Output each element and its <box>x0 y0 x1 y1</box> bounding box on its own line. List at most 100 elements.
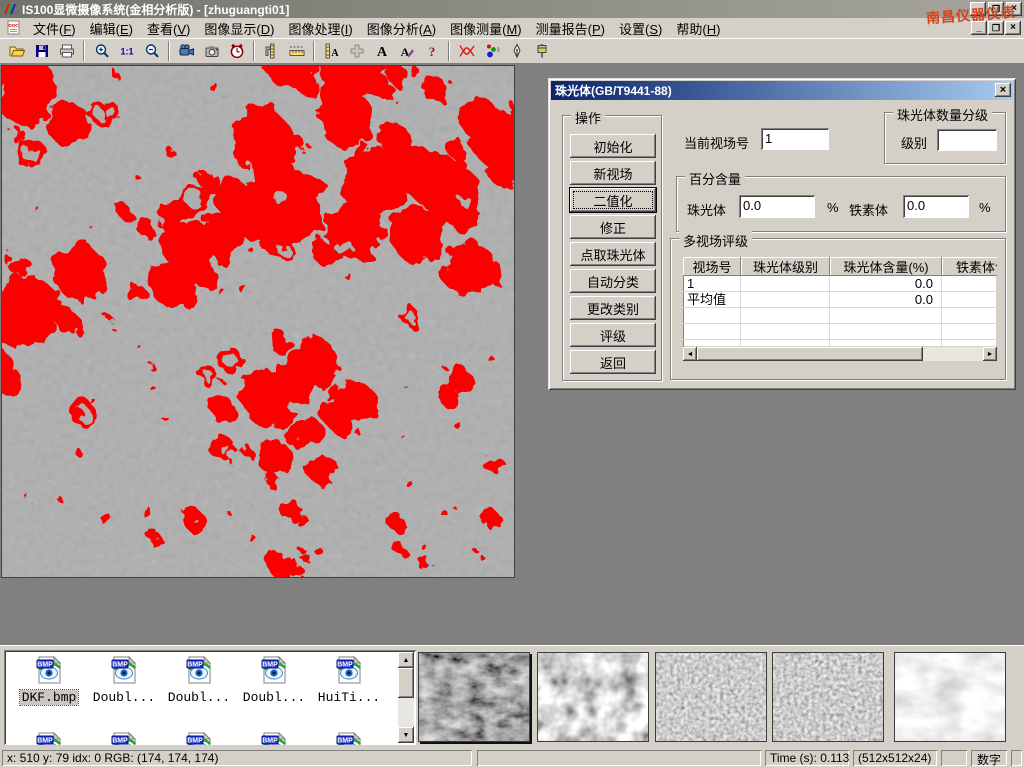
scrollbar-thumb[interactable] <box>697 347 923 361</box>
svg-text:1:1: 1:1 <box>120 47 133 57</box>
pen-tool-button[interactable] <box>504 40 529 62</box>
ruler-measure-button[interactable] <box>284 40 309 62</box>
scrollbar-track[interactable] <box>923 347 983 361</box>
binarize-button[interactable]: 二值化 <box>570 188 656 212</box>
col-header-view[interactable]: 视场号 <box>683 257 741 276</box>
multiview-group-label: 多视场评级 <box>679 231 752 250</box>
cell-ferrite-pct <box>942 292 997 307</box>
timer-button[interactable] <box>224 40 249 62</box>
grade-label: 级别 <box>901 133 927 152</box>
print-button[interactable] <box>54 40 79 62</box>
thumbnail-3[interactable] <box>655 652 767 742</box>
multiview-table[interactable]: 视场号 珠光体级别 珠光体含量(%) 铁素体含量(%) 1 0.0 平均值 <box>683 257 997 347</box>
grade-group-label: 珠光体数量分级 <box>893 105 992 124</box>
menu-image-display[interactable]: 图像显示(D) <box>197 17 281 40</box>
particle-tool-button[interactable]: 3 <box>479 40 504 62</box>
move-tool-button[interactable] <box>344 40 369 62</box>
brush-tool-button[interactable] <box>529 40 554 62</box>
menu-image-measure[interactable]: 图像测量(M) <box>443 17 529 40</box>
menu-measure-report[interactable]: 测量报告(P) <box>529 17 612 40</box>
file-item[interactable]: Doubl... <box>87 654 161 705</box>
return-button[interactable]: 返回 <box>570 350 656 374</box>
scrollbar-thumb[interactable] <box>398 668 414 698</box>
col-header-grade[interactable]: 珠光体级别 <box>741 257 830 276</box>
file-item[interactable]: DKF.bmp <box>12 654 86 705</box>
app-icon <box>2 1 18 17</box>
menu-view[interactable]: 查看(V) <box>140 17 197 40</box>
mdi-restore-button[interactable]: ❐ <box>988 21 1004 35</box>
file-item[interactable] <box>12 730 86 745</box>
text-tool-button[interactable]: A <box>369 40 394 62</box>
measure-text-button[interactable]: A <box>319 40 344 62</box>
dialog-title-bar[interactable]: 珠光体(GB/T9441-88) × <box>551 81 1013 100</box>
col-header-ferrite-pct[interactable]: 铁素体含量(%) <box>942 257 997 276</box>
text-edit-button[interactable]: A <box>394 40 419 62</box>
actual-size-button[interactable]: 1:1 <box>114 40 139 62</box>
file-item[interactable] <box>312 730 386 745</box>
scroll-left-button[interactable]: ◄ <box>683 347 697 361</box>
menu-help[interactable]: 帮助(H) <box>669 17 727 40</box>
dialog-close-button[interactable]: × <box>995 83 1011 97</box>
new-view-button[interactable]: 新视场 <box>570 161 656 185</box>
table-row[interactable]: 平均值 0.0 <box>683 292 997 308</box>
mdi-close-button[interactable]: × <box>1005 21 1021 35</box>
current-view-input[interactable]: 1 <box>761 128 829 150</box>
pearlite-dialog[interactable]: 珠光体(GB/T9441-88) × 操作 初始化 新视场 二值化 修正 点取珠… <box>548 78 1016 390</box>
help-button[interactable]: ? <box>419 40 444 62</box>
file-item[interactable] <box>162 730 236 745</box>
menu-image-process[interactable]: 图像处理(I) <box>281 17 359 40</box>
multiview-group: 多视场评级 视场号 珠光体级别 珠光体含量(%) 铁素体含量(%) 1 0.0 <box>670 238 1006 380</box>
file-item[interactable]: Doubl... <box>237 654 311 705</box>
file-item[interactable]: HuiTi... <box>312 654 386 705</box>
thumbnail-1[interactable] <box>418 652 530 742</box>
minimize-button[interactable]: _ <box>970 2 986 16</box>
file-item[interactable] <box>87 730 161 745</box>
grade-button[interactable]: 评级 <box>570 323 656 347</box>
title-bar[interactable]: IS100显微摄像系统(金相分析版) - [zhuguangti01] _ ❐ … <box>0 0 1024 18</box>
menu-bar: DOC 文件(F) 编辑(E) 查看(V) 图像显示(D) 图像处理(I) 图像… <box>0 18 1024 38</box>
pearlite-percent-input[interactable]: 0.0 <box>739 195 815 218</box>
scroll-down-button[interactable]: ▼ <box>398 727 414 743</box>
thumbnail-2[interactable] <box>537 652 649 742</box>
file-list-scrollbar[interactable]: ▲ ▼ <box>398 652 414 743</box>
mdi-minimize-button[interactable]: _ <box>971 21 987 35</box>
restore-button[interactable]: ❐ <box>988 2 1004 16</box>
table-hscrollbar[interactable]: ◄ ► <box>683 347 997 361</box>
file-item[interactable]: Doubl... <box>162 654 236 705</box>
col-header-pearlite-pct[interactable]: 珠光体含量(%) <box>830 257 942 276</box>
status-bar: x: 510 y: 79 idx: 0 RGB: (174, 174, 174)… <box>0 748 1024 768</box>
zoom-out-button[interactable] <box>139 40 164 62</box>
menu-settings[interactable]: 设置(S) <box>612 17 669 40</box>
menu-edit[interactable]: 编辑(E) <box>83 17 140 40</box>
menu-image-analysis[interactable]: 图像分析(A) <box>360 17 443 40</box>
close-button[interactable]: × <box>1006 2 1022 16</box>
initialize-button[interactable]: 初始化 <box>570 134 656 158</box>
scroll-right-button[interactable]: ► <box>983 347 997 361</box>
spline-tool-button[interactable] <box>454 40 479 62</box>
grade-input[interactable] <box>937 129 997 151</box>
file-browser[interactable]: DKF.bmp Doubl... Doubl... Doubl... HuiTi… <box>4 650 416 745</box>
table-row[interactable]: 1 0.0 <box>683 276 997 292</box>
bmp-file-icon <box>258 654 290 686</box>
correct-button[interactable]: 修正 <box>570 215 656 239</box>
bmp-file-icon <box>183 730 215 745</box>
dialog-title: 珠光体(GB/T9441-88) <box>555 82 672 99</box>
thumbnail-4[interactable] <box>772 652 884 742</box>
scroll-up-button[interactable]: ▲ <box>398 652 414 668</box>
file-item[interactable] <box>237 730 311 745</box>
micrograph-image[interactable] <box>1 65 515 578</box>
auto-classify-button[interactable]: 自动分类 <box>570 269 656 293</box>
cell-ferrite-pct <box>942 276 997 291</box>
video-capture-button[interactable] <box>174 40 199 62</box>
thumbnail-5[interactable] <box>894 652 1006 742</box>
caliper-measure-button[interactable] <box>259 40 284 62</box>
save-button[interactable] <box>29 40 54 62</box>
change-class-button[interactable]: 更改类别 <box>570 296 656 320</box>
open-button[interactable] <box>4 40 29 62</box>
menu-file[interactable]: 文件(F) <box>26 17 83 40</box>
zoom-in-button[interactable] <box>89 40 114 62</box>
camera-capture-button[interactable] <box>199 40 224 62</box>
cell-grade <box>741 292 830 307</box>
pick-pearlite-button[interactable]: 点取珠光体 <box>570 242 656 266</box>
ferrite-percent-input[interactable]: 0.0 <box>903 195 969 218</box>
